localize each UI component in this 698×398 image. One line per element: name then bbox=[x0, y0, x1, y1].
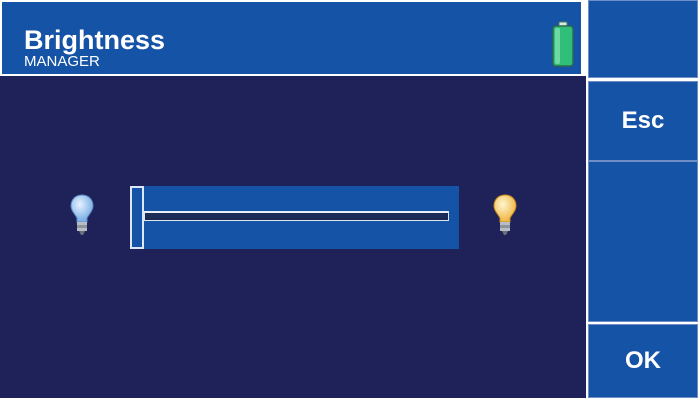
ok-button[interactable]: OK bbox=[588, 324, 698, 398]
page-title: Brightness bbox=[24, 25, 166, 55]
slider-track[interactable] bbox=[144, 211, 449, 221]
middle-side-button[interactable] bbox=[588, 161, 698, 322]
header-bar: Brightness MANAGER bbox=[0, 0, 583, 76]
side-button-panel: Esc OK bbox=[586, 0, 698, 398]
slider-thumb[interactable] bbox=[130, 186, 144, 249]
battery-icon bbox=[552, 21, 574, 67]
page-subtitle: MANAGER bbox=[24, 53, 100, 70]
top-side-button[interactable] bbox=[588, 0, 698, 78]
bright-bulb-icon bbox=[493, 194, 517, 235]
dim-bulb-icon bbox=[70, 194, 94, 235]
brightness-manager-screen: Brightness MANAGER Esc OK bbox=[0, 0, 698, 398]
brightness-slider[interactable] bbox=[130, 186, 459, 249]
esc-button[interactable]: Esc bbox=[588, 81, 698, 161]
slider-track-fill bbox=[145, 213, 446, 218]
